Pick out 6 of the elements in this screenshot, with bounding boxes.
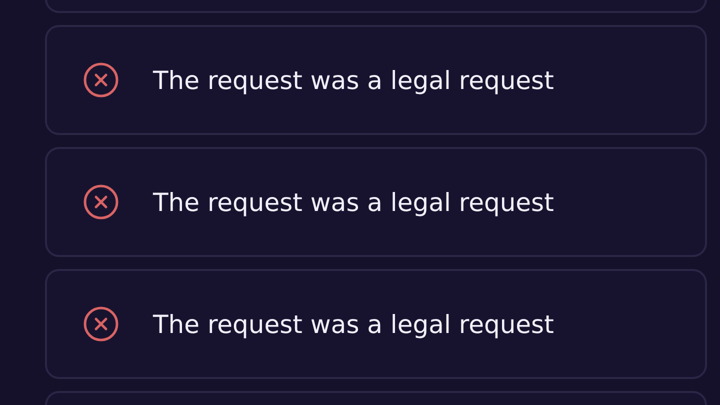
toast-message: The request was a legal request xyxy=(153,188,554,216)
error-icon xyxy=(83,62,119,98)
toast-message: The request was a legal request xyxy=(153,310,554,338)
error-icon xyxy=(83,306,119,342)
toast-message: The request was a legal request xyxy=(153,66,554,94)
error-icon xyxy=(83,184,119,220)
